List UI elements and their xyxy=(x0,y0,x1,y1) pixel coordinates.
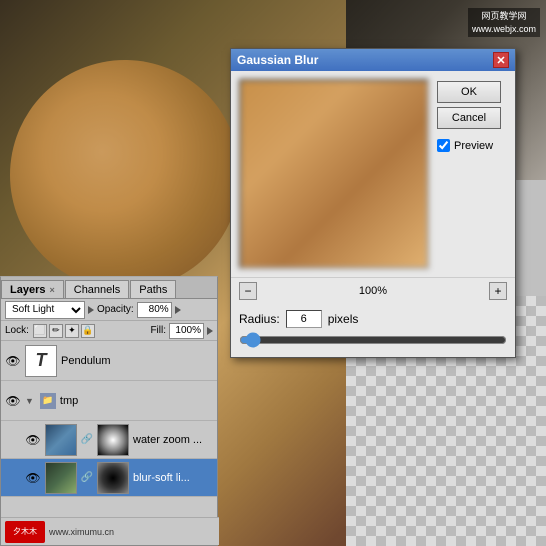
eye-icon-pendulum[interactable]: 👁 xyxy=(5,353,21,369)
lock-row: Lock: ⬜ ✏ ✦ 🔒 Fill: xyxy=(1,321,217,341)
blur-preview[interactable] xyxy=(239,79,429,269)
ximumu-url: www.ximumu.cn xyxy=(49,527,114,537)
radius-input[interactable] xyxy=(286,310,322,328)
fill-input[interactable] xyxy=(169,323,204,339)
radius-slider[interactable] xyxy=(239,332,507,348)
lock-transparency-icon[interactable]: ⬜ xyxy=(33,324,47,338)
folder-expand-icon[interactable]: ▼ xyxy=(25,396,34,406)
layer-name-blursoft: blur-soft li... xyxy=(133,472,213,484)
watermark: 网页教学网 www.webjx.com xyxy=(468,8,540,37)
tab-paths-label: Paths xyxy=(139,284,167,296)
ok-button[interactable]: OK xyxy=(437,81,501,103)
layer-name-tmp: tmp xyxy=(60,395,213,407)
lock-move-icon[interactable]: ✦ xyxy=(65,324,79,338)
zoom-value: 100% xyxy=(263,285,483,297)
gaussian-blur-dialog: Gaussian Blur ✕ OK Cancel Preview − 100%… xyxy=(230,48,516,358)
layer-name-water: water zoom ... xyxy=(133,434,213,446)
opacity-label: Opacity: xyxy=(97,304,134,315)
fill-row: Fill: xyxy=(150,323,213,339)
lock-all-icon[interactable]: 🔒 xyxy=(81,324,95,338)
zoom-row: − 100% + xyxy=(231,277,515,304)
thumb-blursoft-mask xyxy=(97,462,129,494)
watermark-line2: www.webjx.com xyxy=(472,23,536,36)
tab-layers-label: Layers xyxy=(10,284,45,296)
thumb-water-mask xyxy=(97,424,129,456)
tab-paths[interactable]: Paths xyxy=(130,280,176,298)
radius-slider-row xyxy=(231,330,515,359)
zoom-plus-icon: + xyxy=(494,284,501,298)
fill-label: Fill: xyxy=(150,325,166,336)
dialog-content: OK Cancel Preview xyxy=(231,71,515,277)
dialog-title: Gaussian Blur xyxy=(237,53,493,67)
layers-list: 👁 T Pendulum 👁 ▼ 📁 tmp 👁 🔗 water zoom ..… xyxy=(1,341,217,497)
tab-layers-close[interactable]: × xyxy=(49,285,54,295)
eye-icon-blursoft[interactable]: 👁 xyxy=(25,470,41,486)
opacity-arrow-icon xyxy=(175,306,181,314)
zoom-minus-icon: − xyxy=(244,284,251,298)
preview-label: Preview xyxy=(454,140,493,152)
radius-unit: pixels xyxy=(328,312,359,326)
eye-icon-water[interactable]: 👁 xyxy=(25,432,41,448)
lock-paint-icon[interactable]: ✏ xyxy=(49,324,63,338)
sublayer-blur-soft[interactable]: 👁 🔗 blur-soft li... xyxy=(1,459,217,497)
thumb-water xyxy=(45,424,77,456)
bottom-bar: 夕木木 www.ximumu.cn xyxy=(1,517,219,545)
ximumu-logo: 夕木木 xyxy=(5,521,45,543)
eye-icon-tmp[interactable]: 👁 xyxy=(5,393,21,409)
radius-row: Radius: pixels xyxy=(231,304,515,330)
zoom-out-button[interactable]: − xyxy=(239,282,257,300)
watermark-line1: 网页教学网 xyxy=(472,10,536,23)
link-icon-blursoft: 🔗 xyxy=(81,472,93,484)
link-icon-water: 🔗 xyxy=(81,434,93,446)
dialog-close-button[interactable]: ✕ xyxy=(493,52,509,68)
layer-pendulum[interactable]: 👁 T Pendulum xyxy=(1,341,217,381)
blend-mode-select[interactable]: Soft Light xyxy=(5,301,85,319)
layer-name-pendulum: Pendulum xyxy=(61,355,213,367)
lock-label: Lock: xyxy=(5,325,29,336)
tab-channels[interactable]: Channels xyxy=(65,280,129,298)
opacity-input[interactable] xyxy=(137,302,172,318)
fill-arrow-icon xyxy=(207,327,213,335)
hamster-face xyxy=(10,60,240,290)
layer-tmp[interactable]: 👁 ▼ 📁 tmp xyxy=(1,381,217,421)
layers-panel: Layers × Channels Paths Soft Light Opaci… xyxy=(0,276,218,546)
thumb-pendulum: T xyxy=(25,345,57,377)
dialog-buttons: OK Cancel Preview xyxy=(437,79,501,269)
lock-icons: ⬜ ✏ ✦ 🔒 xyxy=(33,324,95,338)
tab-layers[interactable]: Layers × xyxy=(1,280,64,298)
preview-check-row: Preview xyxy=(437,139,501,152)
folder-icon: 📁 xyxy=(40,393,56,409)
sublayer-water-zoom[interactable]: 👁 🔗 water zoom ... xyxy=(1,421,217,459)
preview-checkbox[interactable] xyxy=(437,139,450,152)
thumb-blursoft xyxy=(45,462,77,494)
zoom-in-button[interactable]: + xyxy=(489,282,507,300)
opacity-row: Opacity: xyxy=(97,302,181,318)
tab-channels-label: Channels xyxy=(74,284,120,296)
blend-mode-row: Soft Light Opacity: xyxy=(1,299,217,321)
dialog-titlebar: Gaussian Blur ✕ xyxy=(231,49,515,71)
cancel-button[interactable]: Cancel xyxy=(437,107,501,129)
logo-text: 夕木木 xyxy=(13,526,37,537)
blend-arrow-icon xyxy=(88,306,94,314)
panel-tabs: Layers × Channels Paths xyxy=(1,277,217,299)
radius-label: Radius: xyxy=(239,312,280,326)
